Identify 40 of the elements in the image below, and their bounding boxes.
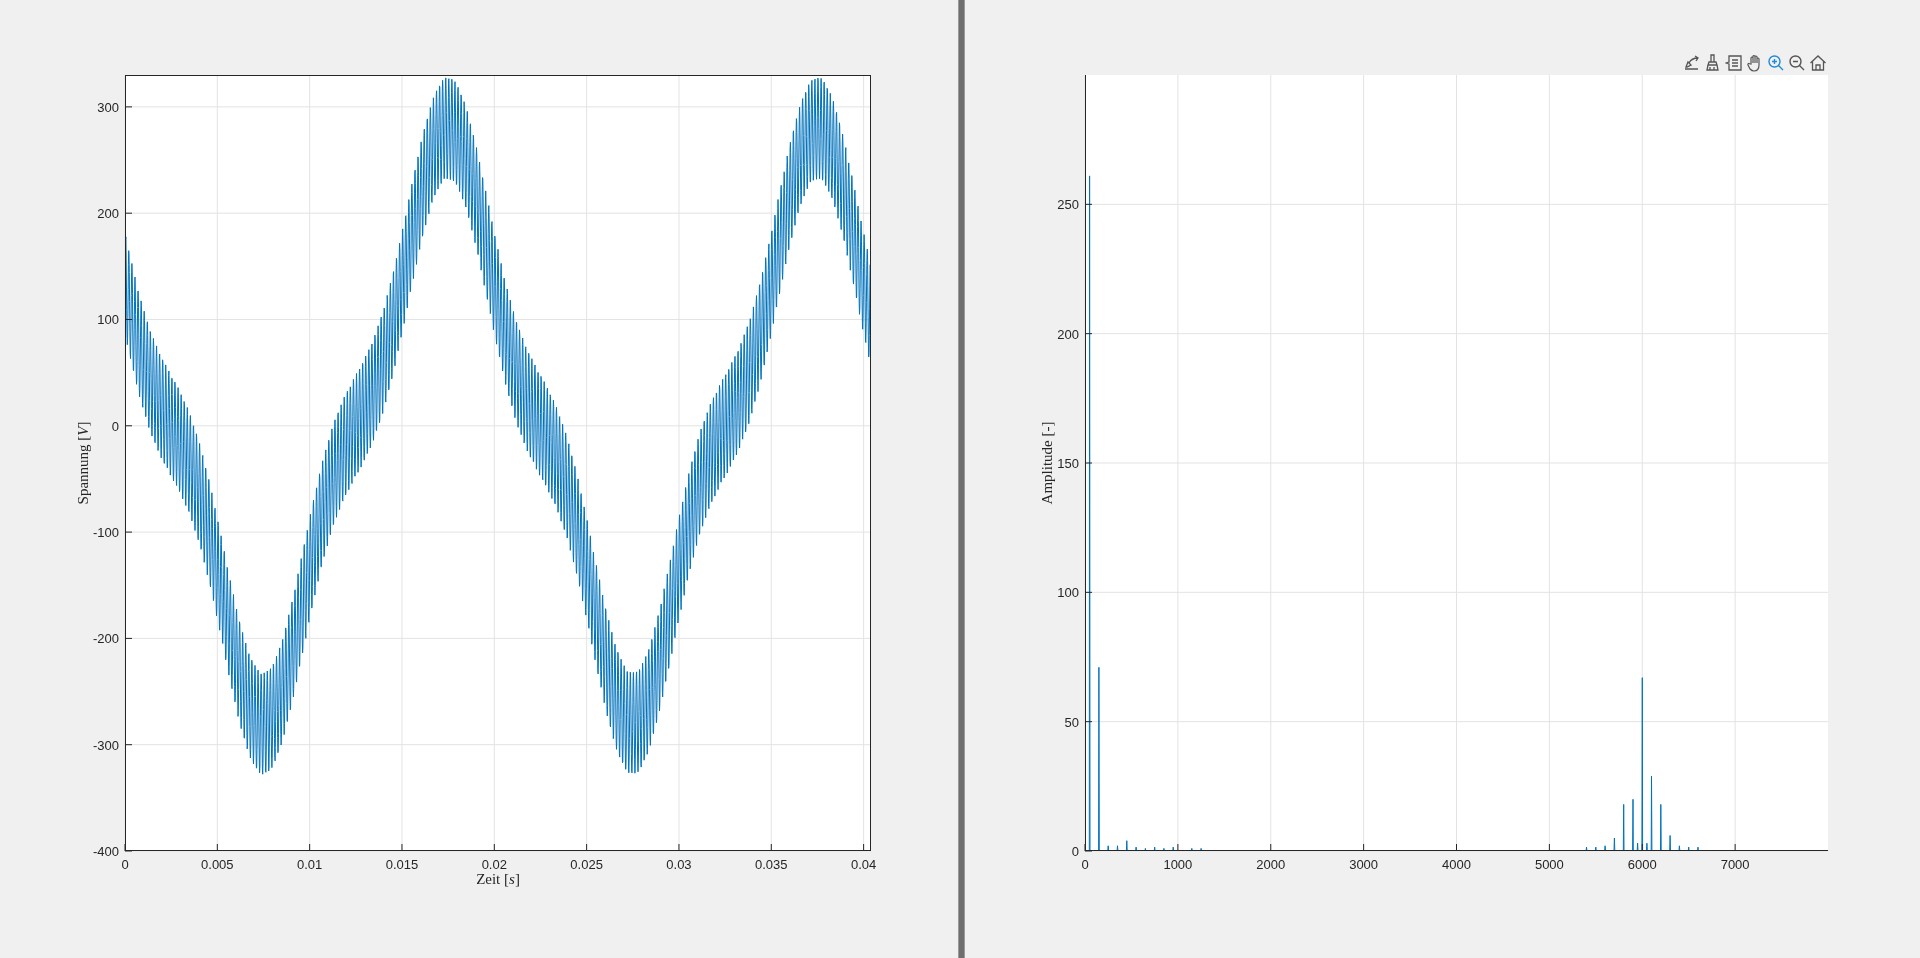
- tick-label: 250: [1057, 197, 1079, 213]
- tick-label: -100: [92, 525, 119, 541]
- tick-label: 0.04: [850, 857, 877, 872]
- tick-label: 150: [1057, 456, 1079, 471]
- y-axis-label: Amplitude [-]: [1038, 421, 1056, 505]
- tick-label: 0.025: [570, 857, 603, 872]
- tick-label: 0: [1071, 844, 1079, 859]
- tick-label: 100: [1057, 585, 1079, 601]
- tick-label: 0: [111, 418, 119, 434]
- data-tip-icon[interactable]: [1725, 54, 1743, 72]
- x-axis-label: Zeit [s]: [476, 871, 520, 888]
- home-icon[interactable]: [1809, 54, 1827, 72]
- tick-label: 0: [1081, 857, 1089, 872]
- tick-label: 0.035: [755, 857, 788, 872]
- tick-label: 5000: [1534, 857, 1564, 872]
- tick-label: 0.02: [481, 857, 507, 872]
- export-icon[interactable]: [1683, 54, 1701, 72]
- zoom-in-icon[interactable]: [1767, 54, 1785, 72]
- tick-label: 50: [1064, 714, 1079, 730]
- tick-label: 6000: [1627, 857, 1657, 872]
- tick-label: -300: [92, 737, 119, 753]
- tick-label: 7000: [1720, 857, 1750, 872]
- tick-label: 1000: [1163, 857, 1193, 872]
- y-axis-label: Spannung [V]: [74, 421, 92, 505]
- tick-label: 4000: [1442, 857, 1471, 872]
- tick-label: 0.01: [297, 857, 323, 872]
- tick-label: 0.015: [385, 857, 419, 872]
- tick-label: 0.03: [666, 857, 692, 872]
- tick-label: -200: [92, 631, 119, 647]
- tick-label: 3000: [1349, 857, 1379, 872]
- tick-label: 200: [1057, 326, 1079, 342]
- zoom-out-icon[interactable]: [1788, 54, 1806, 72]
- tick-label: 0: [121, 857, 129, 872]
- tick-label: 100: [97, 312, 119, 328]
- tick-label: 300: [97, 99, 119, 115]
- tick-label: -400: [92, 844, 119, 859]
- tick-label: 200: [97, 206, 119, 222]
- tick-label: 2000: [1256, 857, 1286, 872]
- tick-label: 0.005: [201, 857, 234, 872]
- brush-icon[interactable]: [1704, 54, 1722, 72]
